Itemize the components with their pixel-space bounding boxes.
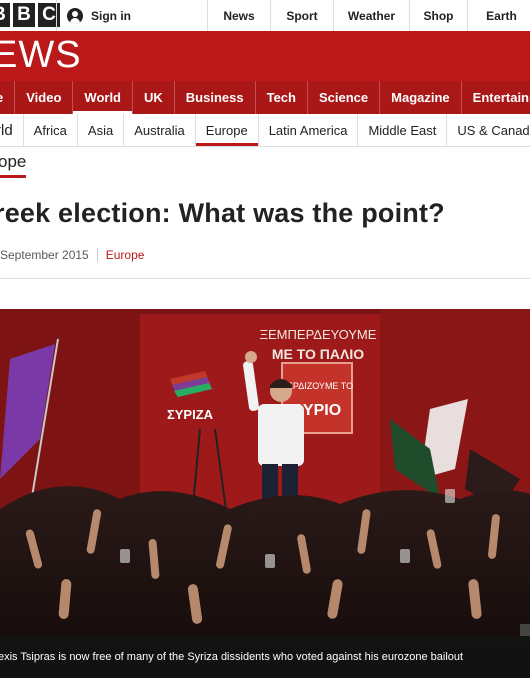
sub-nav-item[interactable]: Europe [195,114,259,146]
top-nav-earth[interactable]: Earth [467,0,530,31]
main-nav-item[interactable]: Science [308,81,381,114]
sub-nav-item[interactable]: Australia [124,114,196,146]
caption-text: exis Tsipras is now free of many of the … [0,651,464,663]
copyright-tag [520,624,530,636]
top-bar: B B C Sign in NewsSportWeatherShopEarth [0,0,530,32]
banner-line2: ΜΕ ΤΟ ΠΑΛΙΟ [272,346,364,362]
main-nav-item[interactable]: Tech [256,81,308,114]
sub-nav-item[interactable]: Latin America [259,114,359,146]
sub-nav-item[interactable]: Asia [78,114,125,146]
top-nav: News Sport Weather Shop Earth [207,0,530,31]
news-title[interactable]: EWS [0,34,82,77]
main-nav-item[interactable]: Business [175,81,256,114]
article-meta: September 2015 Europe [0,248,144,262]
sub-nav-item[interactable]: US & Canad [447,114,530,146]
sub-nav: rldAfricaAsiaAustraliaEuropeLatin Americ… [0,114,530,147]
top-nav-shop[interactable]: Shop [409,0,467,31]
photo-caption: exis Tsipras is now free of many of the … [0,636,530,678]
main-nav-item[interactable]: UK [133,81,175,114]
main-nav-item[interactable]: Video [15,81,74,114]
top-nav-news[interactable]: News [207,0,270,31]
main-nav-item[interactable]: World [73,81,133,114]
main-nav: eVideoWorldUKBusinessTechScienceMagazine… [0,81,530,114]
bbc-logo[interactable]: B B C [0,3,60,27]
sub-nav-item[interactable]: Africa [24,114,78,146]
sub-nav-item[interactable]: Middle East [358,114,448,146]
section-label[interactable]: ope [0,152,27,178]
banner-line1: ΞΕΜΠΕΡΔΕΥΟΥΜΕ [260,327,377,342]
logo-letter: B [0,3,10,27]
article-photo: ΞΕΜΠΕΡΔΕΥΟΥΜΕ ΜΕ ΤΟ ΠΑΛΙΟ ΚΕΡΔΙΖΟΥΜΕ ΤΟ … [0,309,530,678]
sub-nav-item[interactable]: rld [0,114,24,146]
article-date: September 2015 [0,248,98,262]
divider [0,278,530,279]
main-nav-item[interactable]: Magazine [380,81,462,114]
rally-photo-illustration: ΞΕΜΠΕΡΔΕΥΟΥΜΕ ΜΕ ΤΟ ΠΑΛΙΟ ΚΕΡΔΙΖΟΥΜΕ ΤΟ … [0,309,530,678]
top-nav-weather[interactable]: Weather [333,0,409,31]
article-headline: reek election: What was the point? [0,198,445,228]
sign-in-label: Sign in [91,8,131,23]
news-header: EWS [0,31,530,81]
top-nav-sport[interactable]: Sport [270,0,333,31]
main-nav-item[interactable]: Entertainment & [462,81,530,114]
party-name: ΣΥΡΙΖΑ [167,407,214,422]
main-nav-item[interactable]: e [0,81,16,114]
article-category-link[interactable]: Europe [98,248,145,262]
sign-in-link[interactable]: Sign in [56,0,131,31]
logo-letter: B [13,3,35,27]
user-icon [67,7,83,24]
